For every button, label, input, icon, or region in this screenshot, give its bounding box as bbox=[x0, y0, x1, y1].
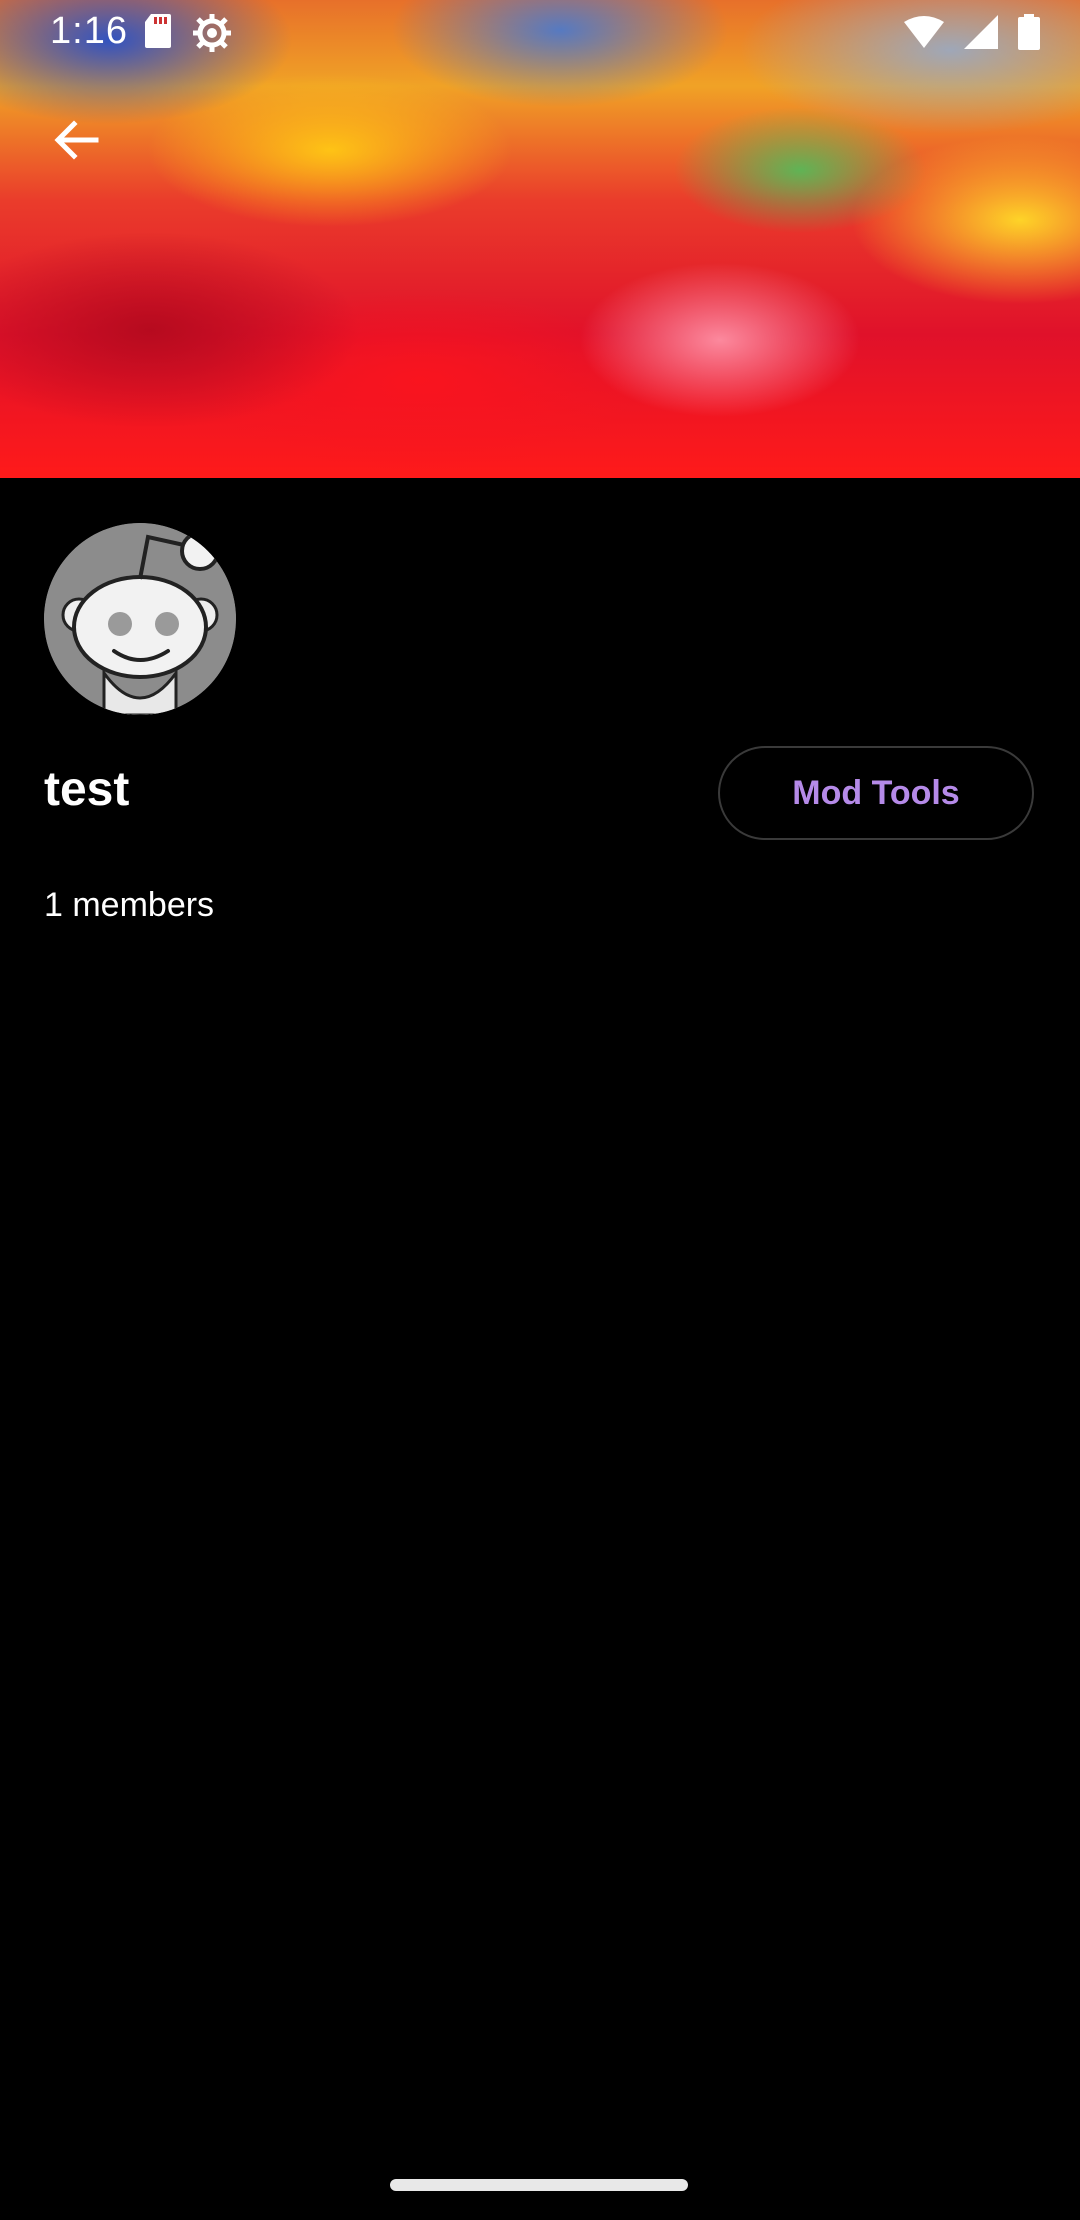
signal-icon bbox=[964, 15, 998, 54]
members-count: 1 members bbox=[44, 886, 215, 924]
sd-card-icon bbox=[145, 14, 171, 57]
status-right-icons bbox=[904, 14, 1040, 55]
back-button[interactable] bbox=[44, 110, 108, 174]
reddit-snoo-icon bbox=[44, 523, 236, 715]
settings-icon bbox=[193, 14, 231, 57]
community-banner bbox=[0, 0, 1080, 478]
status-time: 1:16 bbox=[50, 10, 128, 52]
status-left-icons bbox=[145, 14, 231, 57]
status-bar: 1:16 bbox=[0, 0, 1080, 64]
community-name: test bbox=[44, 763, 130, 816]
mod-tools-label: Mod Tools bbox=[792, 773, 960, 812]
community-avatar bbox=[44, 523, 236, 715]
wifi-icon bbox=[904, 16, 944, 53]
battery-icon bbox=[1018, 14, 1040, 55]
home-indicator[interactable] bbox=[390, 2179, 688, 2191]
mod-tools-button[interactable]: Mod Tools bbox=[718, 746, 1034, 840]
arrow-back-icon bbox=[52, 116, 100, 169]
